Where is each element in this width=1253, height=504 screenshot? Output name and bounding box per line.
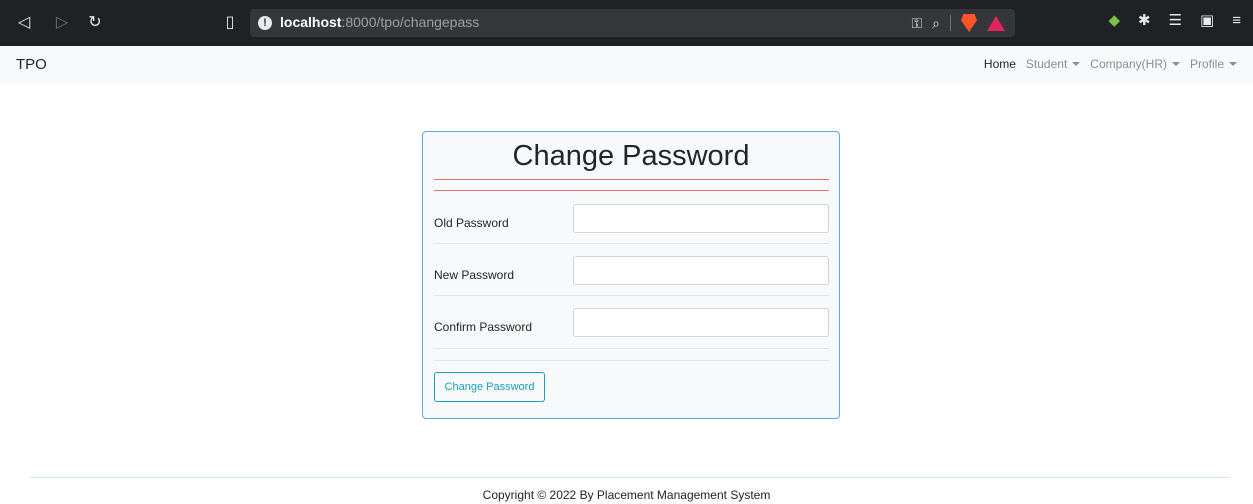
caret-down-icon [1171, 62, 1180, 66]
confirm-password-label: Confirm Password [434, 320, 533, 334]
puzzle-icon[interactable]: ✱ [1138, 12, 1151, 30]
caret-down-icon [1229, 62, 1237, 66]
navbar-brand[interactable]: TPO [16, 56, 47, 73]
divider [950, 15, 951, 31]
old-password-label: Old Password [434, 216, 509, 230]
nav-profile-dropdown[interactable]: Profile [1190, 57, 1237, 71]
nav-profile-label: Profile [1189, 57, 1224, 71]
info-icon[interactable]: ! [258, 16, 272, 30]
navbar: TPO Home Student Company(HR) Profile [0, 46, 1253, 84]
footer-divider [30, 477, 1230, 478]
nav-company-label: Company(HR) [1090, 57, 1167, 71]
change-password-button[interactable]: Change Password [434, 372, 545, 402]
menu-icon[interactable]: ≡ [1232, 12, 1241, 30]
title-divider [434, 190, 829, 191]
row-divider [434, 348, 829, 349]
url-text[interactable]: localhost:8000/tpo/changepass [280, 14, 479, 30]
row-divider [434, 243, 829, 244]
nav-student-label: Student [1025, 57, 1068, 71]
address-bar[interactable]: ! localhost:8000/tpo/changepass ⚿ ⌕ [250, 9, 1015, 37]
change-password-card: Change Password Old Password New Passwor… [422, 131, 840, 419]
extension-icon[interactable]: ◆ [1108, 12, 1120, 30]
nav-links: Home Student Company(HR) Profile [984, 57, 1237, 71]
url-host: localhost [280, 14, 342, 30]
old-password-field[interactable] [573, 204, 829, 233]
browser-toolbar: ◁ ▷ ↻ ▯ ! localhost:8000/tpo/changepass … [0, 0, 1253, 46]
brave-shield-icon[interactable] [961, 14, 977, 32]
page-title: Change Password [512, 140, 750, 172]
row-divider [434, 360, 829, 361]
back-icon[interactable]: ◁ [12, 11, 36, 35]
playlist-icon[interactable]: ☰ [1169, 12, 1182, 30]
new-password-label: New Password [434, 268, 515, 282]
key-icon[interactable]: ⚿ [912, 14, 923, 32]
zoom-icon[interactable]: ⌕ [932, 14, 940, 32]
nav-company-dropdown[interactable]: Company(HR) [1090, 57, 1180, 71]
bookmark-icon[interactable]: ▯ [218, 11, 242, 35]
url-path: :8000/tpo/changepass [341, 14, 480, 30]
row-divider [434, 295, 829, 296]
caret-down-icon [1072, 62, 1081, 66]
wallet-icon[interactable]: ▣ [1200, 12, 1214, 30]
title-divider [434, 179, 829, 180]
new-password-field[interactable] [573, 256, 829, 285]
reload-icon[interactable]: ↻ [83, 11, 107, 35]
footer-copyright: Copyright © 2022 By Placement Management… [482, 488, 771, 502]
nav-student-dropdown[interactable]: Student [1025, 57, 1081, 71]
confirm-password-field[interactable] [573, 308, 829, 337]
nav-home[interactable]: Home [984, 57, 1016, 71]
forward-icon[interactable]: ▷ [50, 11, 74, 35]
brave-rewards-icon[interactable] [987, 15, 1005, 31]
